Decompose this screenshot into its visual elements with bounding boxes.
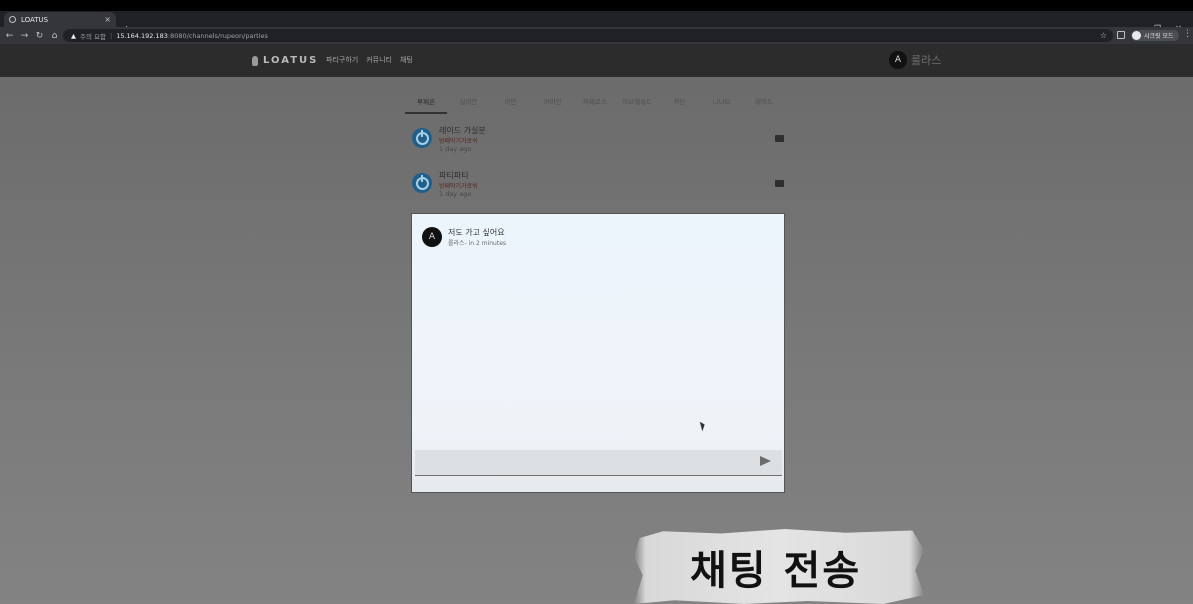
forward-icon[interactable]: → [17, 31, 32, 41]
globe-icon [9, 16, 16, 23]
menu-item-party[interactable]: 파티구하기 [326, 55, 358, 65]
incognito-icon [1132, 31, 1141, 40]
list-item[interactable]: 파티파티 방패막기가로쉬 1 day ago [412, 170, 785, 204]
address-bar[interactable]: ▲ 주의 요함 | 15.164.192.183 :8080/channels/… [63, 29, 1113, 42]
message-meta: 룰라스- in 2 minutes [448, 240, 507, 247]
post-time: 1 day ago [439, 145, 472, 153]
tab-silian[interactable]: 실리안 [447, 96, 489, 116]
browser-tab[interactable]: LOATUS × [4, 12, 116, 27]
browser-toolbar: ← → ↻ ⌂ ▲ 주의 요함 | 15.164.192.183 :8080/c… [0, 27, 1193, 44]
profile-label: 시크릿 모드 [1144, 33, 1174, 40]
browser-tab-title: LOATUS [21, 15, 49, 24]
logo-text: LOATUS [263, 55, 319, 66]
tab-rupeon[interactable]: 루페온 [405, 96, 448, 114]
incognito-profile-button[interactable]: 시크릿 모드 [1131, 30, 1179, 41]
url-path: :8080/channels/rupeon/parties [167, 31, 268, 40]
user-name: 룰라스 [911, 54, 942, 67]
menu-item-community[interactable]: 커뮤니티 [366, 55, 392, 65]
tab-kadan[interactable]: 카단 [658, 96, 700, 116]
list-item[interactable]: 레이드 가실분 방패막기가로쉬 1 day ago [412, 125, 785, 159]
tab-kazeros[interactable]: 카제로스 [574, 96, 616, 116]
menu-item-chat[interactable]: 채팅 [400, 55, 413, 65]
main-menu: 파티구하기 커뮤니티 채팅 [326, 55, 413, 65]
reload-icon[interactable]: ↻ [32, 31, 47, 41]
warning-icon[interactable]: ▲ [71, 32, 76, 40]
post-title: 파티파티 [439, 171, 469, 180]
tab-abrelshud[interactable]: 아브렐슈드 [616, 96, 658, 116]
navigation-buttons: ← → ↻ ⌂ [2, 27, 62, 44]
power-icon [415, 129, 429, 145]
menu-kebab-icon[interactable]: ⋮ [1183, 29, 1192, 39]
url-host: 15.164.192.183 [116, 31, 168, 40]
video-letterbox [0, 0, 1193, 11]
message-text: 저도 가고 싶어요 [448, 228, 505, 237]
post-author: 방패막기가로쉬 [439, 138, 478, 145]
back-icon[interactable]: ← [2, 31, 17, 41]
home-icon[interactable]: ⌂ [47, 31, 62, 41]
post-title: 레이드 가실분 [439, 126, 486, 135]
chat-input[interactable] [415, 450, 782, 476]
app-logo[interactable]: LOATUS [252, 55, 318, 66]
divider: | [110, 31, 113, 40]
user-menu[interactable]: A 룰라스 [889, 51, 941, 69]
side-panel-icon[interactable] [1117, 31, 1125, 39]
comment-icon[interactable] [775, 180, 784, 187]
user-avatar: A [889, 51, 907, 69]
app-header: LOATUS 파티구하기 커뮤니티 채팅 A 룰라스 [0, 44, 1193, 77]
post-time: 1 day ago [439, 190, 472, 198]
tab-ninav[interactable]: 니나브 [701, 96, 743, 116]
close-icon[interactable]: × [104, 15, 111, 24]
server-tabs: 루페온 실리안 아만 카마인 카제로스 아브렐슈드 카단 니나브 레이드 [405, 96, 785, 116]
logo-mark-icon [252, 55, 258, 66]
web-page: LOATUS 파티구하기 커뮤니티 채팅 A 룰라스 루페온 실리안 아만 카마… [0, 44, 1193, 604]
message-avatar: A [422, 227, 442, 247]
comment-icon[interactable] [775, 135, 784, 142]
chat-dialog: A 저도 가고 싶어요 룰라스- in 2 minutes [411, 213, 785, 493]
avatar [412, 128, 432, 148]
security-label[interactable]: 주의 요함 [80, 31, 106, 41]
tab-aman[interactable]: 아만 [489, 96, 531, 116]
bookmark-star-icon[interactable]: ☆ [1100, 31, 1107, 40]
power-icon [415, 174, 429, 190]
tab-raid[interactable]: 레이드 [743, 96, 785, 116]
tab-kamain[interactable]: 카마인 [532, 96, 574, 116]
post-author: 방패막기가로쉬 [439, 183, 478, 190]
send-icon[interactable] [760, 456, 771, 466]
video-caption: 채팅 전송 [690, 548, 862, 594]
avatar [412, 173, 432, 193]
browser-tabstrip: LOATUS × + ⌄ – ❐ ✕ [0, 11, 1193, 36]
